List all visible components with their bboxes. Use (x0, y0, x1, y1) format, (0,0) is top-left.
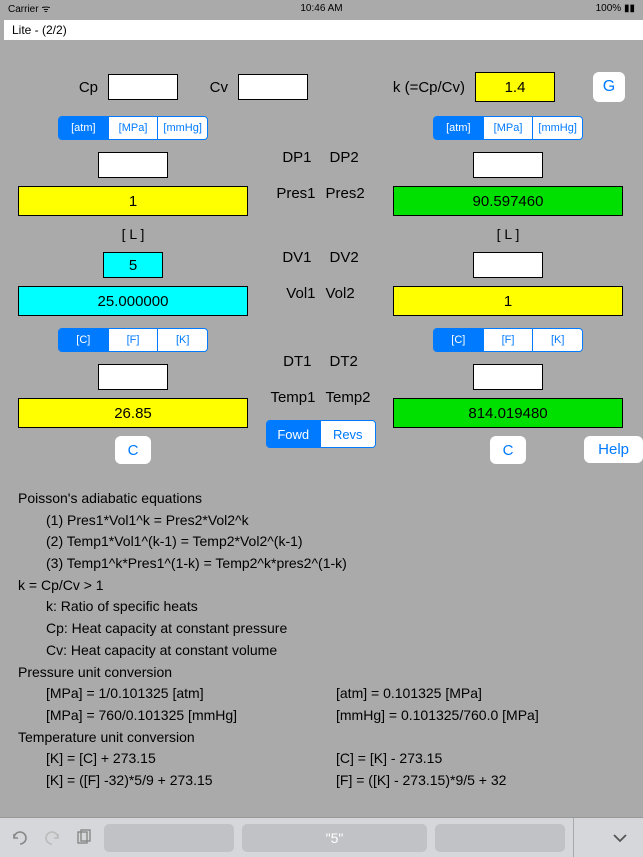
pres1-input[interactable]: 1 (18, 186, 248, 216)
eq-t2a: [K] = ([F] -32)*5/9 + 273.15 (46, 770, 336, 792)
eq-k2: Cp: Heat capacity at constant pressure (18, 618, 625, 640)
dv2-label: DV2 (330, 249, 359, 266)
dt1-label: DT1 (283, 353, 311, 370)
pres2-input[interactable]: 90.597460 (393, 186, 623, 216)
vol1-input[interactable]: 25.000000 (18, 286, 248, 316)
eq-heading-k: k = Cp/Cv > 1 (18, 575, 625, 597)
seg-mpa-2[interactable]: [MPa] (484, 117, 534, 139)
pressure-unit-seg-1: [atm] [MPa] [mmHg] (58, 116, 208, 140)
temp2-label: Temp2 (326, 389, 371, 406)
direction-seg: Fowd Revs (266, 420, 376, 448)
carrier-label: Carrier ᯤ (8, 1, 50, 15)
c-button-1[interactable]: C (115, 436, 151, 464)
eq-t2b: [F] = ([K] - 273.15)*9/5 + 32 (336, 770, 506, 792)
eq-k3: Cv: Heat capacity at constant volume (18, 640, 625, 662)
bottom-field-center[interactable]: "5" (242, 824, 427, 852)
status-time: 10:46 AM (300, 3, 342, 14)
seg-c-2[interactable]: [C] (434, 329, 484, 351)
temp1-label: Temp1 (270, 389, 315, 406)
temp2-input[interactable]: 814.019480 (393, 398, 623, 428)
column-mid: DP1 DP2 Pres1 Pres2 DV1 DV2 Vol1 Vol2 DT1 DT2… (248, 112, 393, 464)
seg-k-2[interactable]: [K] (533, 329, 582, 351)
help-button[interactable]: Help (584, 436, 643, 463)
bottom-field-right[interactable] (435, 824, 565, 852)
cp-label: Cp (18, 79, 98, 96)
vol2-label: Vol2 (326, 285, 355, 302)
eq-p1a: [MPa] = 1/0.101325 [atm] (46, 683, 336, 705)
eq-p2a: [MPa] = 760/0.101325 [mmHg] (46, 705, 336, 727)
bottom-field-left[interactable] (104, 824, 234, 852)
litre-label-2: [ L ] (497, 224, 520, 244)
dv2-input[interactable] (473, 252, 543, 278)
eq-p2b: [mmHg] = 0.101325/760.0 [MPa] (336, 705, 539, 727)
eq-p1b: [atm] = 0.101325 [MPa] (336, 683, 482, 705)
eq-2: (2) Temp1*Vol1^(k-1) = Temp2*Vol2^(k-1) (18, 531, 625, 553)
seg-mmhg-2[interactable]: [mmHg] (533, 117, 582, 139)
cp-input[interactable] (108, 74, 178, 100)
temp-unit-seg-1: [C] [F] [K] (58, 328, 208, 352)
page-title: Lite - (2/2) (4, 20, 643, 40)
eq-1: (1) Pres1*Vol1^k = Pres2*Vol2^k (18, 510, 625, 532)
dp1-label: DP1 (282, 149, 311, 166)
eq-3: (3) Temp1^k*Pres1^(1-k) = Temp2^k*pres2^… (18, 553, 625, 575)
cv-label: Cv (188, 79, 228, 96)
copy-icon[interactable] (72, 826, 96, 850)
pres2-label: Pres2 (326, 185, 365, 202)
temp1-input[interactable]: 26.85 (18, 398, 248, 428)
dv1-input[interactable]: 5 (103, 252, 163, 278)
vol2-input[interactable]: 1 (393, 286, 623, 316)
seg-mpa-1[interactable]: [MPa] (109, 117, 159, 139)
dt2-label: DT2 (330, 353, 358, 370)
c-button-2[interactable]: C (490, 436, 526, 464)
eq-k1: k: Ratio of specific heats (18, 596, 625, 618)
seg-mmhg-1[interactable]: [mmHg] (158, 117, 207, 139)
fowd-button[interactable]: Fowd (267, 421, 322, 447)
pres1-label: Pres1 (276, 185, 315, 202)
battery-label: 100% ▮▮ (596, 3, 635, 14)
equations-text: Poisson's adiabatic equations (1) Pres1*… (18, 488, 625, 792)
column-left: [atm] [MPa] [mmHg] 1 [ L ] 5 25.000000 [… (18, 112, 248, 464)
seg-c-1[interactable]: [C] (59, 329, 109, 351)
dt1-input[interactable] (98, 364, 168, 390)
eq-t1b: [C] = [K] - 273.15 (336, 748, 442, 770)
seg-atm-1[interactable]: [atm] (59, 117, 109, 139)
chevron-down-icon[interactable] (611, 829, 635, 847)
dp2-label: DP2 (330, 149, 359, 166)
undo-icon[interactable] (8, 826, 32, 850)
k-label: k (=Cp/Cv) (393, 79, 465, 96)
seg-f-2[interactable]: [F] (484, 329, 534, 351)
dp2-input[interactable] (473, 152, 543, 178)
temp-unit-seg-2: [C] [F] [K] (433, 328, 583, 352)
vol1-label: Vol1 (286, 285, 315, 302)
dt2-input[interactable] (473, 364, 543, 390)
revs-button[interactable]: Revs (321, 421, 375, 447)
seg-k-1[interactable]: [K] (158, 329, 207, 351)
pressure-unit-seg-2: [atm] [MPa] [mmHg] (433, 116, 583, 140)
g-button[interactable]: G (593, 72, 625, 102)
status-bar: Carrier ᯤ 10:46 AM 100% ▮▮ (0, 0, 643, 16)
cv-input[interactable] (238, 74, 308, 100)
bottom-toolbar: "5" (0, 817, 643, 857)
dv1-label: DV1 (282, 249, 311, 266)
eq-t1a: [K] = [C] + 273.15 (46, 748, 336, 770)
dp1-input[interactable] (98, 152, 168, 178)
seg-f-1[interactable]: [F] (109, 329, 159, 351)
k-input[interactable]: 1.4 (475, 72, 555, 102)
eq-heading-pressure: Pressure unit conversion (18, 662, 625, 684)
eq-heading-poisson: Poisson's adiabatic equations (18, 488, 625, 510)
redo-icon[interactable] (40, 826, 64, 850)
column-right: [atm] [MPa] [mmHg] 90.597460 [ L ] 1 [C]… (393, 112, 623, 464)
eq-heading-temp: Temperature unit conversion (18, 727, 625, 749)
litre-label-1: [ L ] (122, 224, 145, 244)
seg-atm-2[interactable]: [atm] (434, 117, 484, 139)
